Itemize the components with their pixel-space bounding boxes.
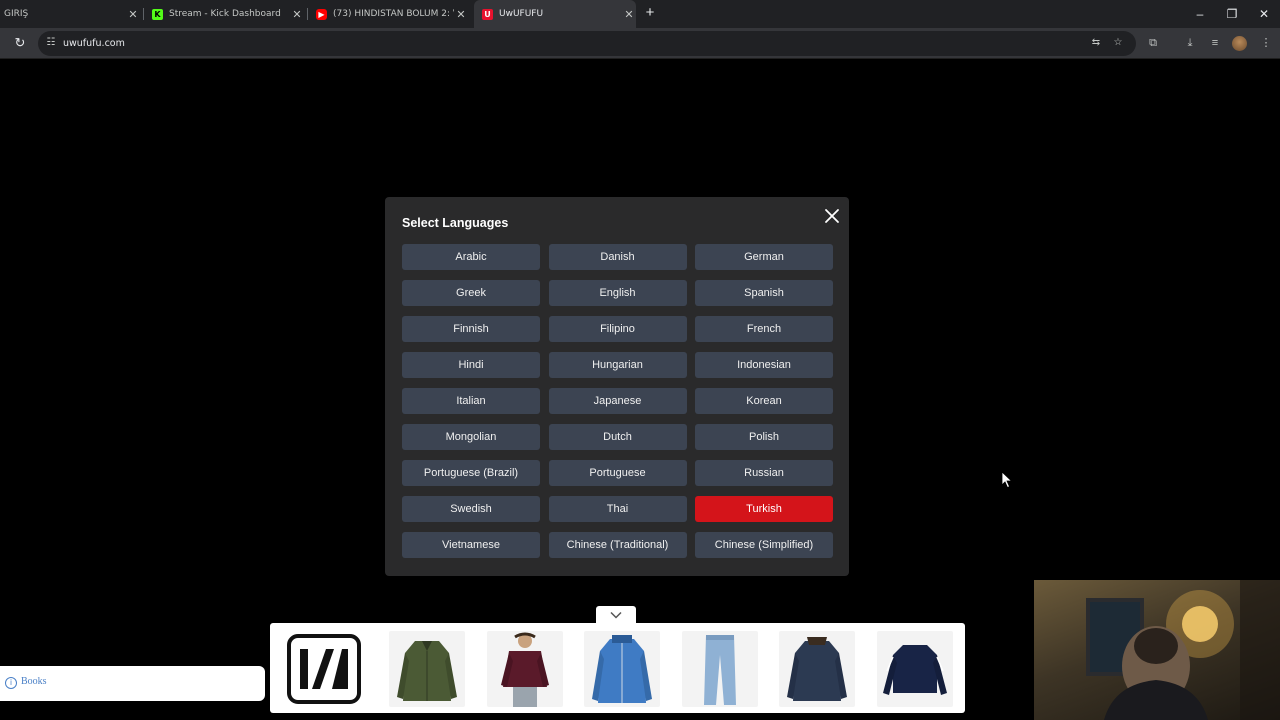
language-button-hungarian[interactable]: Hungarian (548, 352, 687, 378)
jacket-image (883, 645, 947, 695)
address-bar[interactable]: ☷ uwufufu.com ⇆ ☆ (38, 31, 1136, 56)
profile-avatar[interactable] (1232, 36, 1247, 51)
language-button-russian[interactable]: Russian (695, 460, 833, 486)
language-button-portuguese-brazil[interactable]: Portuguese (Brazil) (402, 460, 540, 486)
language-button-hindi[interactable]: Hindi (402, 352, 540, 378)
browser-tab-giris[interactable]: GİRİŞ ✕ (0, 0, 140, 28)
collapse-ad-button[interactable] (596, 606, 636, 624)
language-button-thai[interactable]: Thai (548, 496, 687, 522)
close-tab-icon[interactable]: ✕ (622, 8, 636, 21)
new-tab-plus-icon[interactable]: + (642, 5, 658, 21)
language-button-danish[interactable]: Danish (548, 244, 687, 270)
language-button-mongolian[interactable]: Mongolian (402, 424, 540, 450)
browser-tab-uwufufu[interactable]: U UwUFUFU ✕ (474, 0, 636, 28)
language-button-greek[interactable]: Greek (402, 280, 540, 306)
language-button-chinese-traditional[interactable]: Chinese (Traditional) (548, 532, 687, 558)
chevron-down-icon (610, 611, 622, 619)
language-button-turkish[interactable]: Turkish (695, 496, 833, 522)
product-green-quilted-jacket[interactable] (389, 631, 465, 707)
product-burgundy-hooded-jacket[interactable] (487, 631, 563, 707)
tab-label: Stream - Kick Dashboard (169, 9, 281, 19)
close-window-icon[interactable]: ✕ (1255, 5, 1273, 23)
product-navy-quilted-jacket[interactable] (779, 631, 855, 707)
language-button-japanese[interactable]: Japanese (548, 388, 687, 414)
tab-label: UwUFUFU (499, 9, 544, 19)
books-label: Books (21, 676, 47, 687)
language-button-dutch[interactable]: Dutch (548, 424, 687, 450)
language-button-spanish[interactable]: Spanish (695, 280, 833, 306)
extensions-puzzle-icon[interactable]: ⧉ (1145, 35, 1161, 51)
tab-label: GİRİŞ (4, 9, 29, 19)
language-button-swedish[interactable]: Swedish (402, 496, 540, 522)
webcam-feed-image (1086, 580, 1280, 720)
webcam-overlay (1034, 580, 1280, 720)
model-jacket-image (501, 632, 549, 707)
youtube-logo-icon: ▶ (316, 8, 327, 20)
tab-separator (307, 8, 308, 20)
modal-title: Select Languages (402, 216, 509, 230)
language-button-korean[interactable]: Korean (695, 388, 833, 414)
language-button-arabic[interactable]: Arabic (402, 244, 540, 270)
language-button-vietnamese[interactable]: Vietnamese (402, 532, 540, 558)
close-tab-icon[interactable]: ✕ (454, 8, 468, 21)
uwufufu-logo-icon: U (482, 8, 493, 20)
mouse-cursor-icon (1001, 471, 1013, 489)
browser-tab-kick[interactable]: K Stream - Kick Dashboard ✕ (146, 0, 304, 28)
product-ad-bar (270, 623, 965, 713)
product-navy-track-jacket[interactable] (877, 631, 953, 707)
language-button-finnish[interactable]: Finnish (402, 316, 540, 342)
tab-label: (73) HİNDİSTAN BÖLÜM 2: VAR (333, 9, 454, 19)
site-settings-icon[interactable]: ☷ (44, 36, 58, 50)
url-text: uwufufu.com (63, 38, 125, 49)
bookmark-star-icon[interactable]: ☆ (1111, 36, 1125, 50)
browser-tab-bar: GİRİŞ ✕ K Stream - Kick Dashboard ✕ ▶ (7… (0, 0, 1280, 28)
brand-logo-icon (287, 634, 361, 704)
restore-icon[interactable]: ❐ (1223, 5, 1241, 23)
language-button-italian[interactable]: Italian (402, 388, 540, 414)
language-grid: Arabic Danish German Greek English Spanish Fin… (402, 244, 833, 558)
browser-tab-youtube[interactable]: ▶ (73) HİNDİSTAN BÖLÜM 2: VAR ✕ (310, 0, 468, 28)
product-blue-track-jacket[interactable] (584, 631, 660, 707)
jacket-image (787, 637, 847, 701)
kick-logo-icon: K (152, 8, 163, 20)
language-button-chinese-simplified[interactable]: Chinese (Simplified) (695, 532, 833, 558)
media-controls-icon[interactable]: ≡ (1207, 35, 1223, 51)
reload-icon[interactable]: ↻ (11, 34, 29, 52)
translate-icon[interactable]: ⇆ (1089, 36, 1103, 50)
browser-toolbar: ↻ ☷ uwufufu.com ⇆ ☆ ⧉ ⤓ ≡ ⋮ (0, 28, 1280, 59)
info-icon: i (5, 677, 17, 689)
language-button-german[interactable]: German (695, 244, 833, 270)
language-button-polish[interactable]: Polish (695, 424, 833, 450)
download-icon[interactable]: ⤓ (1182, 35, 1198, 51)
close-icon[interactable] (822, 206, 842, 226)
books-link-pill[interactable]: i Books (0, 666, 265, 701)
menu-kebab-icon[interactable]: ⋮ (1258, 35, 1274, 51)
product-light-blue-jeans[interactable] (682, 631, 758, 707)
minimize-icon[interactable]: – (1191, 5, 1209, 23)
language-button-portuguese[interactable]: Portuguese (548, 460, 687, 486)
language-button-french[interactable]: French (695, 316, 833, 342)
close-tab-icon[interactable]: ✕ (126, 8, 140, 21)
jacket-image (592, 635, 652, 703)
tab-separator (143, 8, 144, 20)
close-tab-icon[interactable]: ✕ (290, 8, 304, 21)
language-button-indonesian[interactable]: Indonesian (695, 352, 833, 378)
jeans-image (704, 635, 736, 705)
language-select-modal: Select Languages Arabic Danish German Greek… (385, 197, 849, 576)
brand-logo-tile[interactable] (286, 631, 362, 707)
language-button-english[interactable]: English (548, 280, 687, 306)
language-button-filipino[interactable]: Filipino (548, 316, 687, 342)
jacket-image (397, 641, 457, 701)
